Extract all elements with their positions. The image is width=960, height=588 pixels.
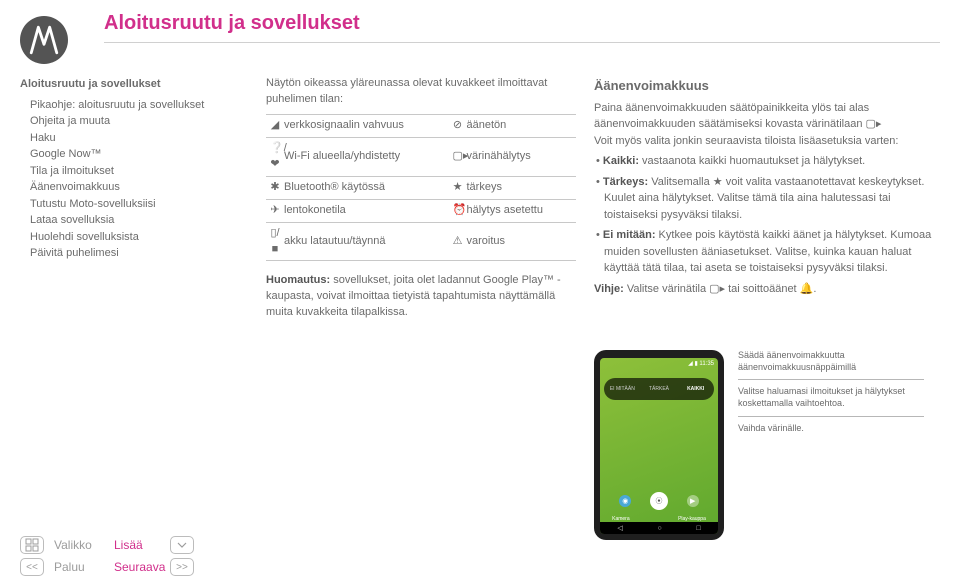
volume-heading: Äänenvoimakkuus (594, 76, 940, 96)
prev-page-button[interactable]: << (20, 558, 44, 576)
next-page-button[interactable]: >> (170, 558, 194, 576)
cell-label: värinähälytys (467, 137, 577, 176)
nav-more-label[interactable]: Lisää (114, 538, 160, 552)
bluetooth-icon: ✱ (270, 180, 280, 196)
page-footer-nav: Valikko Lisää << Paluu Seuraava >> (20, 536, 194, 576)
star-icon: ★ (453, 180, 463, 196)
cell-label: akku latautuu/täynnä (284, 222, 449, 261)
moto-logo (20, 16, 68, 64)
phone-callouts: Säädä äänenvoimakkuutta äänenvoimakkuusn… (738, 350, 924, 540)
cell-label: äänetön (467, 114, 577, 137)
play-store-icon[interactable]: ▶ (687, 495, 699, 507)
app-drawer-icon[interactable]: ⦿ (650, 492, 668, 510)
phone-screen: ◢ ▮ 11:35 EI MITÄÄN TÄRKEÄ KAIKKI ◉ ⦿ ▶ … (600, 358, 718, 534)
nav-recent-icon[interactable]: □ (696, 525, 700, 532)
vol-mode-priority[interactable]: TÄRKEÄ (641, 386, 678, 392)
sidebar-item[interactable]: Huolehdi sovelluksista (20, 229, 252, 246)
sidebar-item[interactable]: Ohjeita ja muuta (20, 113, 252, 130)
vol-mode-all[interactable]: KAIKKI (677, 386, 714, 392)
status-icon-table: ◢ verkkosignaalin vahvuus ⊘ äänetön ❔/❤ … (266, 114, 576, 262)
cell-label: hälytys asetettu (467, 199, 577, 222)
signal-icon: ◢ (270, 118, 280, 134)
cell-label: Wi-Fi alueella/yhdistetty (284, 137, 449, 176)
cell-label: lentokonetila (284, 199, 449, 222)
nav-menu-label[interactable]: Valikko (54, 538, 104, 552)
sidebar-item[interactable]: Päivitä puhelimesi (20, 245, 252, 262)
phone-navbar: ◁ ○ □ (600, 522, 718, 534)
menu-icon-button[interactable] (20, 536, 44, 554)
phone-illustration-area: ◢ ▮ 11:35 EI MITÄÄN TÄRKEÄ KAIKKI ◉ ⦿ ▶ … (594, 350, 924, 540)
sidebar: Aloitusruutu ja sovellukset Pikaohje: al… (20, 76, 252, 262)
bullet-all: Kaikki: vastaanota kaikki huomautukset j… (594, 153, 940, 170)
bullet-none: Ei mitään: Kytkee pois käytöstä kaikki ä… (594, 227, 940, 277)
battery-icon: ▯/■ (270, 226, 280, 258)
nav-back-icon[interactable]: ◁ (617, 524, 622, 532)
callout-vibrate: Vaihda värinälle. (738, 416, 924, 441)
motorola-icon (27, 23, 61, 57)
cell-label: verkkosignaalin vahvuus (284, 114, 449, 137)
cell-label: Bluetooth® käytössä (284, 176, 449, 199)
bullet-priority: Tärkeys: Valitsemalla ★ voit valita vast… (594, 174, 940, 224)
volume-p2: Voit myös valita jonkin seuraavista tilo… (594, 133, 940, 150)
volume-tip: Vihje: Valitse värinätila ▢▸ tai soittoä… (594, 281, 940, 298)
cell-label: varoitus (467, 222, 577, 261)
status-intro: Näytön oikeassa yläreunassa olevat kuvak… (266, 76, 576, 108)
nav-back-label[interactable]: Paluu (54, 560, 104, 574)
more-dropdown-button[interactable] (170, 536, 194, 554)
volume-p1: Paina äänenvoimakkuuden säätöpainikkeita… (594, 100, 940, 133)
sidebar-item[interactable]: Lataa sovelluksia (20, 212, 252, 229)
cell-label: tärkeys (467, 176, 577, 199)
callout-volume: Säädä äänenvoimakkuutta äänenvoimakkuusn… (738, 350, 924, 379)
airplane-icon: ✈ (270, 203, 280, 219)
wifi-icon: ❔/❤ (270, 141, 280, 173)
note-prefix: Huomautus: (266, 274, 330, 286)
phone-mockup: ◢ ▮ 11:35 EI MITÄÄN TÄRKEÄ KAIKKI ◉ ⦿ ▶ … (594, 350, 724, 540)
sidebar-section-title: Aloitusruutu ja sovellukset (20, 76, 252, 93)
column-volume: Äänenvoimakkuus Paina äänenvoimakkuuden … (594, 76, 940, 297)
nav-next-label[interactable]: Seuraava (114, 560, 160, 574)
phone-dock: ◉ ⦿ ▶ (600, 495, 718, 510)
nav-home-icon[interactable]: ○ (657, 525, 661, 532)
phone-statusbar: ◢ ▮ 11:35 (688, 360, 714, 367)
page-title: Aloitusruutu ja sovellukset (104, 12, 360, 35)
mute-icon: ⊘ (453, 118, 463, 134)
sidebar-item[interactable]: Äänenvoimakkuus (20, 179, 252, 196)
sidebar-item[interactable]: Haku (20, 130, 252, 147)
sidebar-item[interactable]: Tutustu Moto-sovelluksiisi (20, 196, 252, 213)
vibrate-icon: ▢▸ (866, 116, 876, 133)
status-note: Huomautus: sovellukset, joita olet ladan… (266, 273, 576, 321)
alarm-icon: ⏰ (453, 203, 463, 219)
volume-mode-bar: EI MITÄÄN TÄRKEÄ KAIKKI (604, 378, 714, 400)
camera-app-icon[interactable]: ◉ (619, 495, 631, 507)
sidebar-item[interactable]: Pikaohje: aloitusruutu ja sovellukset (20, 97, 252, 114)
title-divider (104, 42, 940, 43)
sidebar-item[interactable]: Google Now™ (20, 146, 252, 163)
column-status-icons: Näytön oikeassa yläreunassa olevat kuvak… (266, 76, 576, 321)
callout-notifications: Valitse haluamasi ilmoitukset ja hälytyk… (738, 379, 924, 415)
warning-icon: ⚠ (453, 234, 463, 250)
sidebar-item[interactable]: Tila ja ilmoitukset (20, 163, 252, 180)
vol-mode-none[interactable]: EI MITÄÄN (604, 386, 641, 392)
vibrate-icon: ▢▸ (453, 149, 463, 165)
